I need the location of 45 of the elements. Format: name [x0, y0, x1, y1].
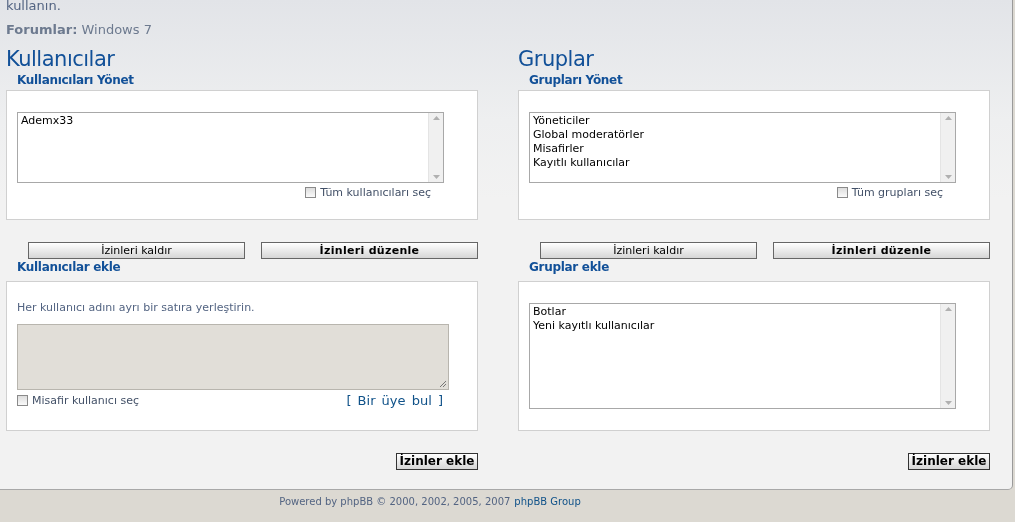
- text-area[interactable]: [17, 324, 449, 390]
- checkbox-label: Tüm kullanıcıları seç: [320, 186, 431, 199]
- section-title: Gruplar: [518, 46, 595, 73]
- scroll-down-icon[interactable]: [944, 175, 952, 179]
- panel-legend: Kullanıcıları Yönet: [17, 73, 478, 90]
- edit-permissions-button[interactable]: İzinleri düzenle: [773, 242, 990, 259]
- list-item[interactable]: Global moderatörler: [532, 128, 645, 142]
- list-item[interactable]: Yeni kayıtlı kullanıcılar: [532, 319, 656, 333]
- footer-link[interactable]: phpBB Group: [514, 496, 581, 522]
- add-permissions-button[interactable]: İzinler ekle: [908, 453, 990, 470]
- list-item[interactable]: Misafirler: [532, 142, 585, 156]
- add-permissions-button[interactable]: İzinler ekle: [396, 453, 478, 470]
- resize-grip-icon[interactable]: [439, 380, 447, 388]
- forum-info: Forumlar: Windows 7: [6, 21, 153, 39]
- remove-permissions-button[interactable]: İzinleri kaldır: [540, 242, 757, 259]
- scroll-up-icon[interactable]: [432, 116, 440, 120]
- list-box[interactable]: Ademx33: [17, 112, 444, 183]
- panel-legend: Kullanıcılar ekle: [17, 260, 478, 277]
- list-box[interactable]: Yöneticiler Global moderatörler Misafirler Kayıtlı kullanıcılar: [529, 112, 956, 183]
- checkbox-label: Misafir kullanıcı seç: [32, 394, 139, 407]
- edit-permissions-button[interactable]: İzinleri düzenle: [261, 242, 478, 259]
- hint-text: Her kullanıcı adını ayrı bir satıra yerleştirin.: [17, 301, 256, 314]
- scrollbar[interactable]: [940, 304, 955, 408]
- checkbox[interactable]: [17, 395, 28, 406]
- intro-text: kullanın.: [6, 0, 62, 15]
- footer-text: Powered by phpBB © 2000, 2002, 2005, 2007: [279, 496, 511, 509]
- scroll-down-icon[interactable]: [944, 401, 952, 405]
- list-item[interactable]: Ademx33: [20, 114, 75, 128]
- remove-permissions-button[interactable]: İzinleri kaldır: [28, 242, 245, 259]
- list-item[interactable]: Yöneticiler: [532, 114, 591, 128]
- find-member-link[interactable]: [ Bir üye bul ]: [346, 393, 443, 408]
- list-item[interactable]: Botlar: [532, 305, 567, 319]
- scrollbar[interactable]: [940, 113, 955, 182]
- list-box[interactable]: Botlar Yeni kayıtlı kullanıcılar: [529, 303, 956, 409]
- list-item[interactable]: Kayıtlı kullanıcılar: [532, 156, 631, 170]
- panel-legend: Gruplar ekle: [529, 260, 990, 277]
- checkbox-label: Tüm grupları seç: [851, 186, 943, 199]
- section-title: Kullanıcılar: [6, 46, 116, 73]
- scroll-up-icon[interactable]: [944, 307, 952, 311]
- panel-legend: Grupları Yönet: [529, 73, 990, 90]
- checkbox[interactable]: [836, 187, 848, 198]
- scrollbar[interactable]: [428, 113, 443, 182]
- scroll-up-icon[interactable]: [944, 116, 952, 120]
- checkbox[interactable]: [305, 187, 317, 198]
- scroll-down-icon[interactable]: [432, 175, 440, 179]
